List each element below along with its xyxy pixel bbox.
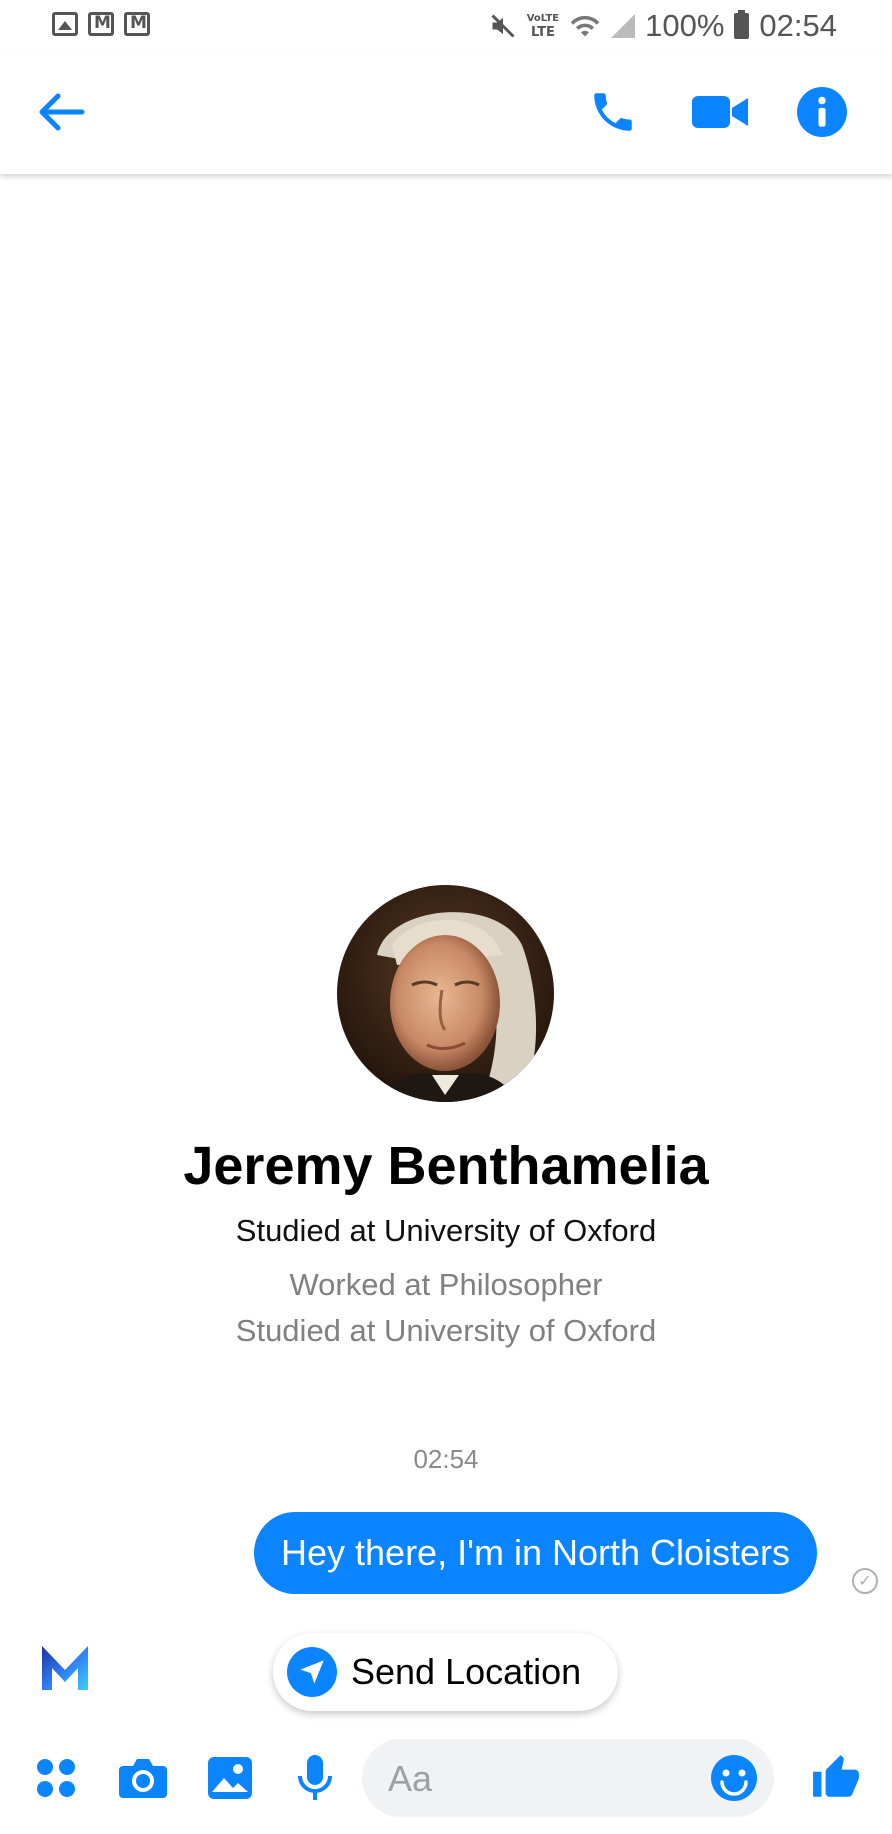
battery-percentage: 100% <box>645 8 725 43</box>
message-input[interactable] <box>386 1739 690 1819</box>
phone-icon <box>594 93 632 131</box>
conversation-header <box>0 52 892 174</box>
contact-name: Jeremy Benthamelia <box>183 1136 709 1196</box>
voice-call-button[interactable] <box>583 82 643 142</box>
lte-label: LTE <box>530 25 555 40</box>
microphone-icon <box>298 1755 332 1800</box>
video-call-button[interactable] <box>690 82 750 142</box>
wifi-icon <box>570 15 600 37</box>
send-location-label: Send Location <box>351 1651 582 1692</box>
notification-icons <box>52 12 150 36</box>
voice-message-button[interactable] <box>287 1750 343 1806</box>
gmail-notification-icon <box>88 12 114 36</box>
send-location-button[interactable]: Send Location <box>273 1633 618 1711</box>
conversation-info-button[interactable] <box>792 82 852 142</box>
contact-work-detail: Worked at Philosopher <box>289 1267 603 1302</box>
thumbs-up-button[interactable] <box>808 1750 864 1806</box>
message-input-container <box>362 1739 774 1819</box>
camera-button[interactable] <box>115 1750 171 1806</box>
more-apps-button[interactable] <box>28 1750 84 1806</box>
battery-icon <box>734 10 750 39</box>
m-assistant-icon[interactable] <box>38 1640 92 1694</box>
more-apps-icon <box>37 1759 75 1797</box>
back-button[interactable] <box>30 82 90 142</box>
back-arrow-icon <box>39 93 85 131</box>
status-bar: VoLTELTE 100% 02:54 <box>0 0 892 52</box>
signal-icon <box>611 14 636 38</box>
gallery-icon <box>208 1757 252 1799</box>
image-notification-icon <box>52 12 78 36</box>
system-icons: VoLTE LTE 100% 02:54 <box>489 8 837 44</box>
camera-icon <box>119 1759 167 1798</box>
volte-icon: VoLTE LTE <box>527 12 559 40</box>
gmail-notification-icon <box>124 12 150 36</box>
emoji-icon <box>711 1755 757 1801</box>
status-time: 02:54 <box>759 8 837 43</box>
video-camera-icon <box>692 96 748 128</box>
emoji-button[interactable] <box>710 1754 758 1802</box>
contact-subtitle: Studied at University of Oxford <box>235 1213 657 1248</box>
contact-study-detail: Studied at University of Oxford <box>235 1313 657 1348</box>
volte-label: VoLTE <box>526 13 560 24</box>
location-arrow-icon <box>287 1647 337 1697</box>
thumbs-up-icon <box>813 1755 859 1797</box>
mute-icon <box>491 14 515 38</box>
message-composer <box>0 1730 892 1834</box>
gallery-button[interactable] <box>202 1750 258 1806</box>
sent-check-icon: ✓ <box>852 1568 878 1594</box>
sent-message-bubble[interactable]: Hey there, I'm in North Cloisters <box>254 1512 818 1594</box>
contact-avatar <box>337 885 554 1102</box>
info-icon <box>797 87 847 137</box>
message-timestamp: 02:54 <box>413 1444 479 1474</box>
portrait-image <box>337 885 554 1102</box>
